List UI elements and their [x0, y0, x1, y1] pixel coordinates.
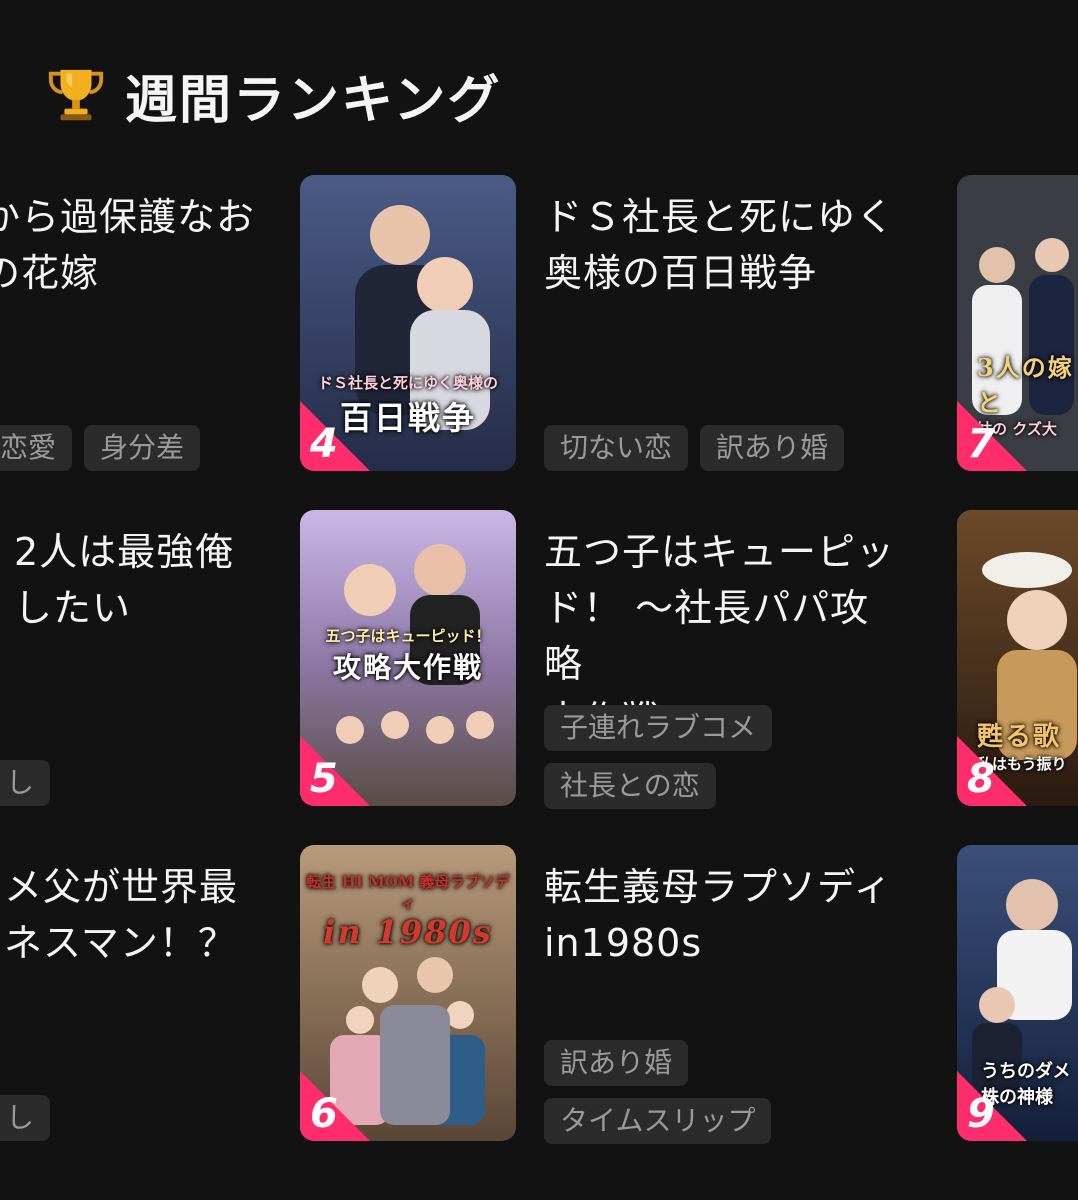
drama-title-line: から過保護なお: [0, 195, 256, 239]
drama-poster-5[interactable]: 五つ子はキューピッド！ 攻略大作戦 5: [300, 510, 516, 806]
genre-tag[interactable]: 訳あり婚: [700, 425, 845, 471]
ranking-item-left-3b[interactable]: メ父が世界最 ネスマン！？ し: [0, 845, 270, 1145]
drama-poster-9[interactable]: うちのダメ 株の神様 9: [957, 845, 1078, 1141]
ranking-item-5[interactable]: 五つ子はキューピッ ド！ ～社長パパ攻略 大作戦～ 子連れラブコメ 社長との恋: [544, 510, 904, 810]
rank-number: 6: [310, 1091, 338, 1137]
rank-number: 9: [967, 1091, 995, 1137]
poster-caption-small: 転生 HI MOM 義母ラプソディ: [306, 873, 510, 912]
poster-caption-big: 3人の嫁と: [977, 353, 1074, 417]
poster-caption-big: 攻略大作戦: [332, 651, 483, 684]
drama-title-line: ドＳ社長と死にゆく: [544, 195, 896, 239]
rank-number: 8: [967, 756, 995, 802]
drama-title-line: 五つ子はキューピッ: [544, 530, 896, 574]
drama-title-line: メ父が世界最: [4, 865, 239, 909]
ranking-row: メ父が世界最 ネスマン！？ し 転生 HI MOM 義母ラプソディ in 198…: [0, 845, 1078, 1145]
rank-number: 4: [310, 421, 338, 467]
rank-number: 7: [967, 421, 995, 467]
genre-tag[interactable]: 子連れラブコメ: [544, 705, 773, 751]
drama-poster-6[interactable]: 転生 HI MOM 義母ラプソディ in 1980s 6: [300, 845, 516, 1141]
page-title: 週間ランキング: [125, 70, 502, 131]
genre-tag[interactable]: 訳あり婚: [544, 1040, 689, 1086]
poster-caption-small: ドＳ社長と死にゆく奥様の: [317, 374, 498, 392]
ranking-item-left-2[interactable]: 2人は最強俺 したい し: [0, 510, 270, 810]
genre-tag[interactable]: 社長との恋: [544, 763, 716, 809]
ranking-item-6[interactable]: 転生義母ラプソディ in1980s 訳あり婚 タイムスリップ: [544, 845, 904, 1145]
poster-caption-big: 甦る歌: [977, 722, 1062, 752]
drama-title-line: ド！ ～社長パパ攻略: [544, 586, 870, 686]
drama-title-line: ネスマン！？: [4, 921, 237, 965]
genre-tag[interactable]: タイムスリップ: [544, 1098, 772, 1144]
genre-tag[interactable]: 切ない恋: [544, 425, 689, 471]
poster-caption-small: 株の神様: [981, 1087, 1053, 1108]
drama-title-line: の花嫁: [0, 251, 100, 295]
drama-title-line: したい: [14, 586, 132, 630]
ranking-row: から過保護なお の花嫁 恋愛 身分差 ドＳ社長と死にゆく奥様の 百日戦争 4 ド…: [0, 175, 1078, 475]
drama-poster-8[interactable]: 甦る歌 私はもう振り 8: [957, 510, 1078, 806]
genre-tag[interactable]: 恋愛: [0, 425, 73, 471]
drama-poster-4[interactable]: ドＳ社長と死にゆく奥様の 百日戦争 4: [300, 175, 516, 471]
section-header: 週間ランキング: [45, 60, 502, 131]
drama-title-line: 転生義母ラプソディ: [544, 865, 893, 909]
poster-caption-small: 五つ子はキューピッド！: [325, 627, 491, 645]
ranking-item-4[interactable]: ドＳ社長と死にゆく 奥様の百日戦争 切ない恋 訳あり婚: [544, 175, 904, 475]
drama-title-line: 奥様の百日戦争: [544, 251, 818, 295]
rank-number: 5: [310, 756, 338, 802]
genre-tag[interactable]: 身分差: [84, 425, 201, 471]
drama-title-line: in1980s: [544, 921, 703, 965]
ranking-item-left-3[interactable]: から過保護なお の花嫁 恋愛 身分差: [0, 175, 270, 475]
trophy-icon: [48, 69, 104, 121]
drama-poster-7[interactable]: 3人の嫁と 姑の クズ大 7: [957, 175, 1078, 471]
drama-title-line: 2人は最強俺: [14, 530, 235, 574]
ranking-row: 2人は最強俺 したい し 五つ子はキューピッド！ 攻略大作戦 5 五つ子はキュー…: [0, 510, 1078, 810]
poster-caption-big: うちのダメ: [981, 1061, 1071, 1082]
poster-caption-big: in 1980s: [323, 913, 493, 951]
genre-tag[interactable]: し: [0, 760, 51, 806]
genre-tag[interactable]: し: [0, 1095, 51, 1141]
